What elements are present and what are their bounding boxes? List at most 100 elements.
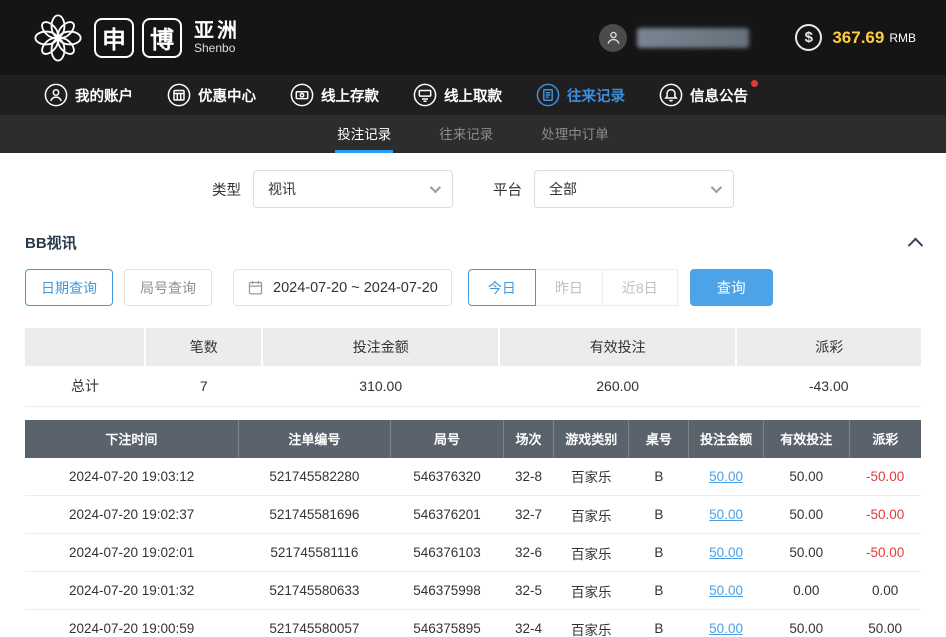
logo-subtitle: 亚洲 Shenbo <box>194 20 240 55</box>
col-bet-amount: 投注金额 <box>689 420 763 458</box>
table-row: 2024-07-20 19:02:01 521745581116 5463761… <box>25 534 921 572</box>
account-icon <box>44 83 68 107</box>
cell-session: 32-6 <box>503 534 553 572</box>
tab-processing-orders[interactable]: 处理中订单 <box>539 115 611 153</box>
nav-label: 线上取款 <box>444 85 502 106</box>
col-table: 桌号 <box>629 420 689 458</box>
cell-table: B <box>629 534 689 572</box>
lotus-flower-icon <box>30 10 86 66</box>
cell-payout: -50.00 <box>866 469 904 484</box>
nav-item-records[interactable]: 往来记录 <box>536 83 625 107</box>
site-logo[interactable]: 申 博 亚洲 Shenbo <box>30 10 240 66</box>
round-query-button[interactable]: 局号查询 <box>124 269 212 306</box>
cell-time: 2024-07-20 19:03:12 <box>25 458 238 496</box>
coin-icon: $ <box>795 24 822 51</box>
col-valid-bet: 有效投注 <box>763 420 849 458</box>
type-select-value: 视讯 <box>268 179 296 199</box>
platform-select[interactable]: 全部 <box>534 170 734 208</box>
cell-round: 546376320 <box>391 458 504 496</box>
cell-bet-id: 521745582280 <box>238 458 390 496</box>
cell-payout: -50.00 <box>866 545 904 560</box>
cell-game: 百家乐 <box>554 610 629 637</box>
detail-header-row: 下注时间 注单编号 局号 场次 游戏类别 桌号 投注金额 有效投注 派彩 <box>25 420 921 458</box>
bet-amount-link[interactable]: 50.00 <box>709 621 743 636</box>
nav-item-announcements[interactable]: 信息公告 <box>659 83 748 107</box>
cell-payout: 50.00 <box>868 621 902 636</box>
detail-table: 下注时间 注单编号 局号 场次 游戏类别 桌号 投注金额 有效投注 派彩 202… <box>25 420 921 637</box>
summary-header-valid-bet: 有效投注 <box>499 328 736 366</box>
summary-total-row: 总计 7 310.00 260.00 -43.00 <box>25 366 921 406</box>
cell-round: 546376201 <box>391 496 504 534</box>
tab-betting-records[interactable]: 投注记录 <box>335 115 393 153</box>
nav-item-deposit[interactable]: 线上存款 <box>290 83 379 107</box>
query-bar: 日期查询 局号查询 2024-07-20 ~ 2024-07-20 今日 昨日 … <box>0 263 946 322</box>
summary-count: 7 <box>145 366 262 406</box>
col-bet-time: 下注时间 <box>25 420 238 458</box>
nav-item-withdraw[interactable]: 线上取款 <box>413 83 502 107</box>
cell-session: 32-7 <box>503 496 553 534</box>
cell-game: 百家乐 <box>554 458 629 496</box>
summary-header-payout: 派彩 <box>736 328 921 366</box>
summary-header-blank <box>25 328 145 366</box>
cell-session: 32-5 <box>503 572 553 610</box>
date-range-value: 2024-07-20 ~ 2024-07-20 <box>273 280 438 296</box>
promo-icon <box>167 83 191 107</box>
logo-subtitle-en: Shenbo <box>194 42 240 55</box>
col-bet-id: 注单编号 <box>238 420 390 458</box>
table-row: 2024-07-20 19:00:59 521745580057 5463758… <box>25 610 921 637</box>
type-select[interactable]: 视讯 <box>253 170 453 208</box>
today-button[interactable]: 今日 <box>468 269 536 306</box>
cell-payout: 0.00 <box>872 583 898 598</box>
section-title: BB视讯 <box>25 232 77 253</box>
cell-bet-id: 521745581696 <box>238 496 390 534</box>
nav-item-promo-center[interactable]: 优惠中心 <box>167 83 256 107</box>
bell-icon <box>659 83 683 107</box>
chevron-down-icon <box>711 182 722 193</box>
cell-valid: 50.00 <box>763 458 849 496</box>
last8days-button[interactable]: 近8日 <box>602 269 678 306</box>
date-range-input[interactable]: 2024-07-20 ~ 2024-07-20 <box>233 269 452 306</box>
chevron-down-icon <box>430 182 441 193</box>
col-payout: 派彩 <box>849 420 921 458</box>
coin-symbol: $ <box>805 29 813 46</box>
summary-valid-bet: 260.00 <box>499 366 736 406</box>
summary-payout: -43.00 <box>736 366 921 406</box>
nav-label: 优惠中心 <box>198 85 256 106</box>
nav-item-my-account[interactable]: 我的账户 <box>44 83 133 107</box>
logo-subtitle-cn: 亚洲 <box>194 20 240 42</box>
yesterday-button[interactable]: 昨日 <box>535 269 603 306</box>
type-label: 类型 <box>212 179 241 200</box>
calendar-icon <box>247 279 264 296</box>
platform-label: 平台 <box>493 179 522 200</box>
search-button[interactable]: 查询 <box>690 269 773 306</box>
deposit-icon <box>290 83 314 107</box>
cell-table: B <box>629 496 689 534</box>
col-game-type: 游戏类别 <box>554 420 629 458</box>
username-blurred <box>637 28 749 48</box>
cell-round: 546376103 <box>391 534 504 572</box>
main-nav: 我的账户 优惠中心 线上存款 线上取款 往来记录 信息公告 <box>0 75 946 115</box>
summary-header-count: 笔数 <box>145 328 262 366</box>
table-row: 2024-07-20 19:02:37 521745581696 5463762… <box>25 496 921 534</box>
bet-amount-link[interactable]: 50.00 <box>709 583 743 598</box>
bet-amount-link[interactable]: 50.00 <box>709 507 743 522</box>
table-row: 2024-07-20 19:01:32 521745580633 5463759… <box>25 572 921 610</box>
cell-table: B <box>629 572 689 610</box>
summary-header-bet-amount: 投注金额 <box>262 328 499 366</box>
cell-valid: 50.00 <box>763 534 849 572</box>
table-row: 2024-07-20 19:03:12 521745582280 5463763… <box>25 458 921 496</box>
withdraw-icon <box>413 83 437 107</box>
nav-label: 信息公告 <box>690 85 748 106</box>
col-round: 局号 <box>391 420 504 458</box>
bet-amount-link[interactable]: 50.00 <box>709 545 743 560</box>
bet-amount-link[interactable]: 50.00 <box>709 469 743 484</box>
cell-bet-id: 521745580057 <box>238 610 390 637</box>
records-icon <box>536 83 560 107</box>
user-avatar-icon[interactable] <box>599 24 627 52</box>
section-header: BB视讯 <box>0 220 946 263</box>
notification-dot <box>751 80 758 87</box>
tab-transaction-records[interactable]: 往来记录 <box>437 115 495 153</box>
date-query-button[interactable]: 日期查询 <box>25 269 113 306</box>
cell-time: 2024-07-20 19:02:01 <box>25 534 238 572</box>
collapse-chevron-icon[interactable] <box>908 238 924 254</box>
